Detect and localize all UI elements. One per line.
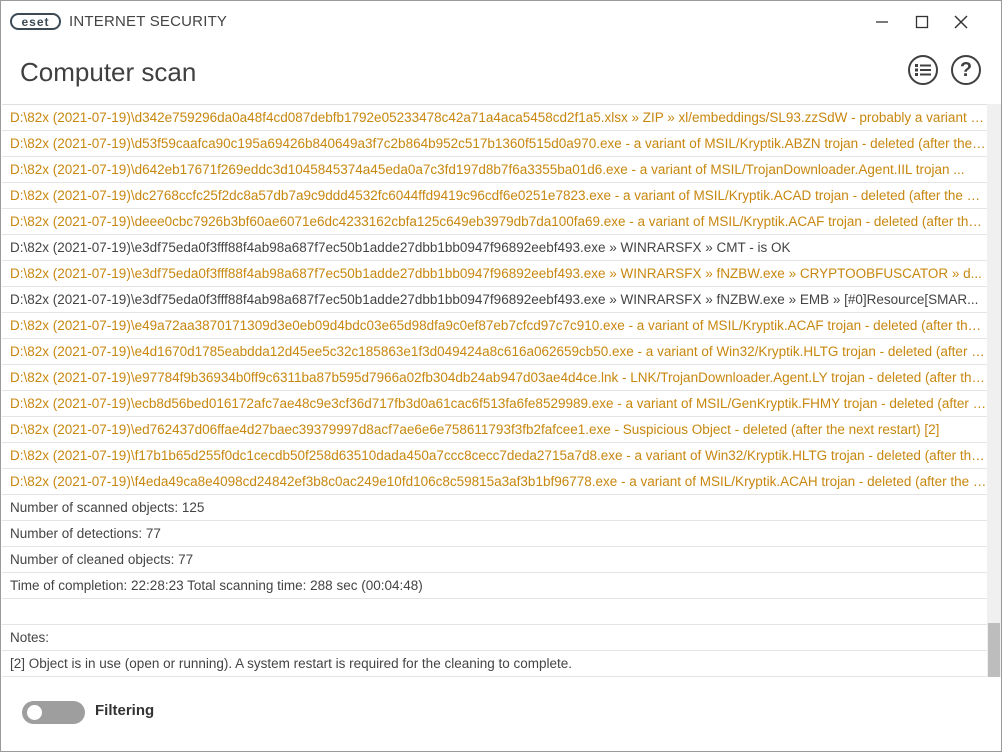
log-entry: D:\82x (2021-07-19)\e49a72aa3870171309d3… bbox=[2, 313, 987, 339]
log-entry: D:\82x (2021-07-19)\e3df75eda0f3fff88f4a… bbox=[2, 261, 987, 287]
summary-cleaned-objects: Number of cleaned objects: 77 bbox=[2, 547, 987, 573]
summary-scanned-objects: Number of scanned objects: 125 bbox=[2, 495, 987, 521]
log-scrollbar[interactable] bbox=[987, 104, 1001, 677]
title-bar: eset INTERNET SECURITY bbox=[1, 1, 1001, 43]
log-entry: D:\82x (2021-07-19)\d642eb17671f269eddc3… bbox=[2, 157, 987, 183]
maximize-button[interactable] bbox=[907, 9, 937, 35]
help-icon: ? bbox=[959, 59, 973, 81]
list-view-button[interactable] bbox=[908, 55, 938, 85]
note-text: [2] Object is in use (open or running). … bbox=[2, 651, 987, 677]
log-entry: D:\82x (2021-07-19)\e4d1670d1785eabdda12… bbox=[2, 339, 987, 365]
page-title: Computer scan bbox=[20, 57, 197, 87]
log-entry: D:\82x (2021-07-19)\deee0cbc7926b3bf60ae… bbox=[2, 209, 987, 235]
blank-row bbox=[2, 599, 987, 625]
log-entry: D:\82x (2021-07-19)\e3df75eda0f3fff88f4a… bbox=[2, 287, 987, 313]
log-entry: D:\82x (2021-07-19)\e3df75eda0f3fff88f4a… bbox=[2, 235, 987, 261]
notes-label: Notes: bbox=[2, 625, 987, 651]
scan-log[interactable]: D:\82x (2021-07-19)\d342e759296da0a48f4c… bbox=[2, 104, 987, 678]
summary-detections: Number of detections: 77 bbox=[2, 521, 987, 547]
toggle-knob bbox=[27, 705, 42, 720]
log-entry: D:\82x (2021-07-19)\dc2768ccfc25f2dc8a57… bbox=[2, 183, 987, 209]
scrollbar-thumb[interactable] bbox=[988, 623, 1000, 677]
filtering-label: Filtering bbox=[95, 702, 155, 719]
close-icon bbox=[954, 15, 968, 29]
logo-text: eset bbox=[21, 14, 50, 29]
log-entry: D:\82x (2021-07-19)\f17b1b65d255f0dc1cec… bbox=[2, 443, 987, 469]
minimize-button[interactable] bbox=[867, 9, 897, 35]
help-button[interactable]: ? bbox=[951, 55, 981, 85]
log-entry: D:\82x (2021-07-19)\d53f59caafca90c195a6… bbox=[2, 131, 987, 157]
list-icon bbox=[915, 64, 931, 76]
log-entry: D:\82x (2021-07-19)\f4eda49ca8e4098cd248… bbox=[2, 469, 987, 495]
summary-completion-time: Time of completion: 22:28:23 Total scann… bbox=[2, 573, 987, 599]
log-entry: D:\82x (2021-07-19)\d342e759296da0a48f4c… bbox=[2, 105, 987, 131]
product-name: INTERNET SECURITY bbox=[69, 13, 228, 30]
filtering-toggle[interactable] bbox=[22, 701, 85, 724]
eset-logo: eset bbox=[10, 13, 61, 30]
log-entry: D:\82x (2021-07-19)\ecb8d56bed016172afc7… bbox=[2, 391, 987, 417]
close-button[interactable] bbox=[946, 9, 976, 35]
log-entry: D:\82x (2021-07-19)\ed762437d06ffae4d27b… bbox=[2, 417, 987, 443]
maximize-icon bbox=[915, 15, 929, 29]
footer: Filtering bbox=[1, 678, 1001, 751]
log-entry: D:\82x (2021-07-19)\e97784f9b36934b0ff9c… bbox=[2, 365, 987, 391]
minimize-icon bbox=[876, 21, 888, 23]
